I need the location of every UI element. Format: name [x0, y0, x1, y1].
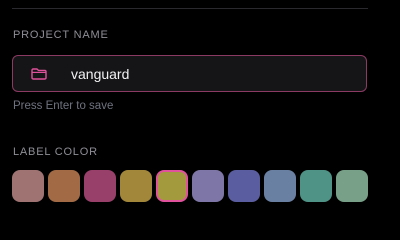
color-swatch[interactable] — [156, 170, 188, 202]
color-swatch[interactable] — [264, 170, 296, 202]
label-color-swatches — [12, 170, 372, 203]
color-swatch[interactable] — [192, 170, 224, 202]
color-swatch[interactable] — [336, 170, 368, 202]
color-swatch[interactable] — [12, 170, 44, 202]
save-hint: Press Enter to save — [13, 100, 114, 112]
project-name-section-title: PROJECT NAME — [13, 29, 109, 41]
color-swatch[interactable] — [300, 170, 332, 202]
label-color-section-title: LABEL COLOR — [13, 146, 98, 158]
color-swatch[interactable] — [48, 170, 80, 202]
project-name-input[interactable]: vanguard — [12, 55, 367, 92]
color-swatch[interactable] — [228, 170, 260, 202]
project-name-value: vanguard — [71, 66, 130, 82]
color-swatch[interactable] — [84, 170, 116, 202]
color-swatch[interactable] — [120, 170, 152, 202]
folder-icon — [31, 68, 47, 80]
top-divider — [12, 8, 368, 9]
project-settings-panel: PROJECT NAME vanguard Press Enter to sav… — [0, 0, 400, 225]
